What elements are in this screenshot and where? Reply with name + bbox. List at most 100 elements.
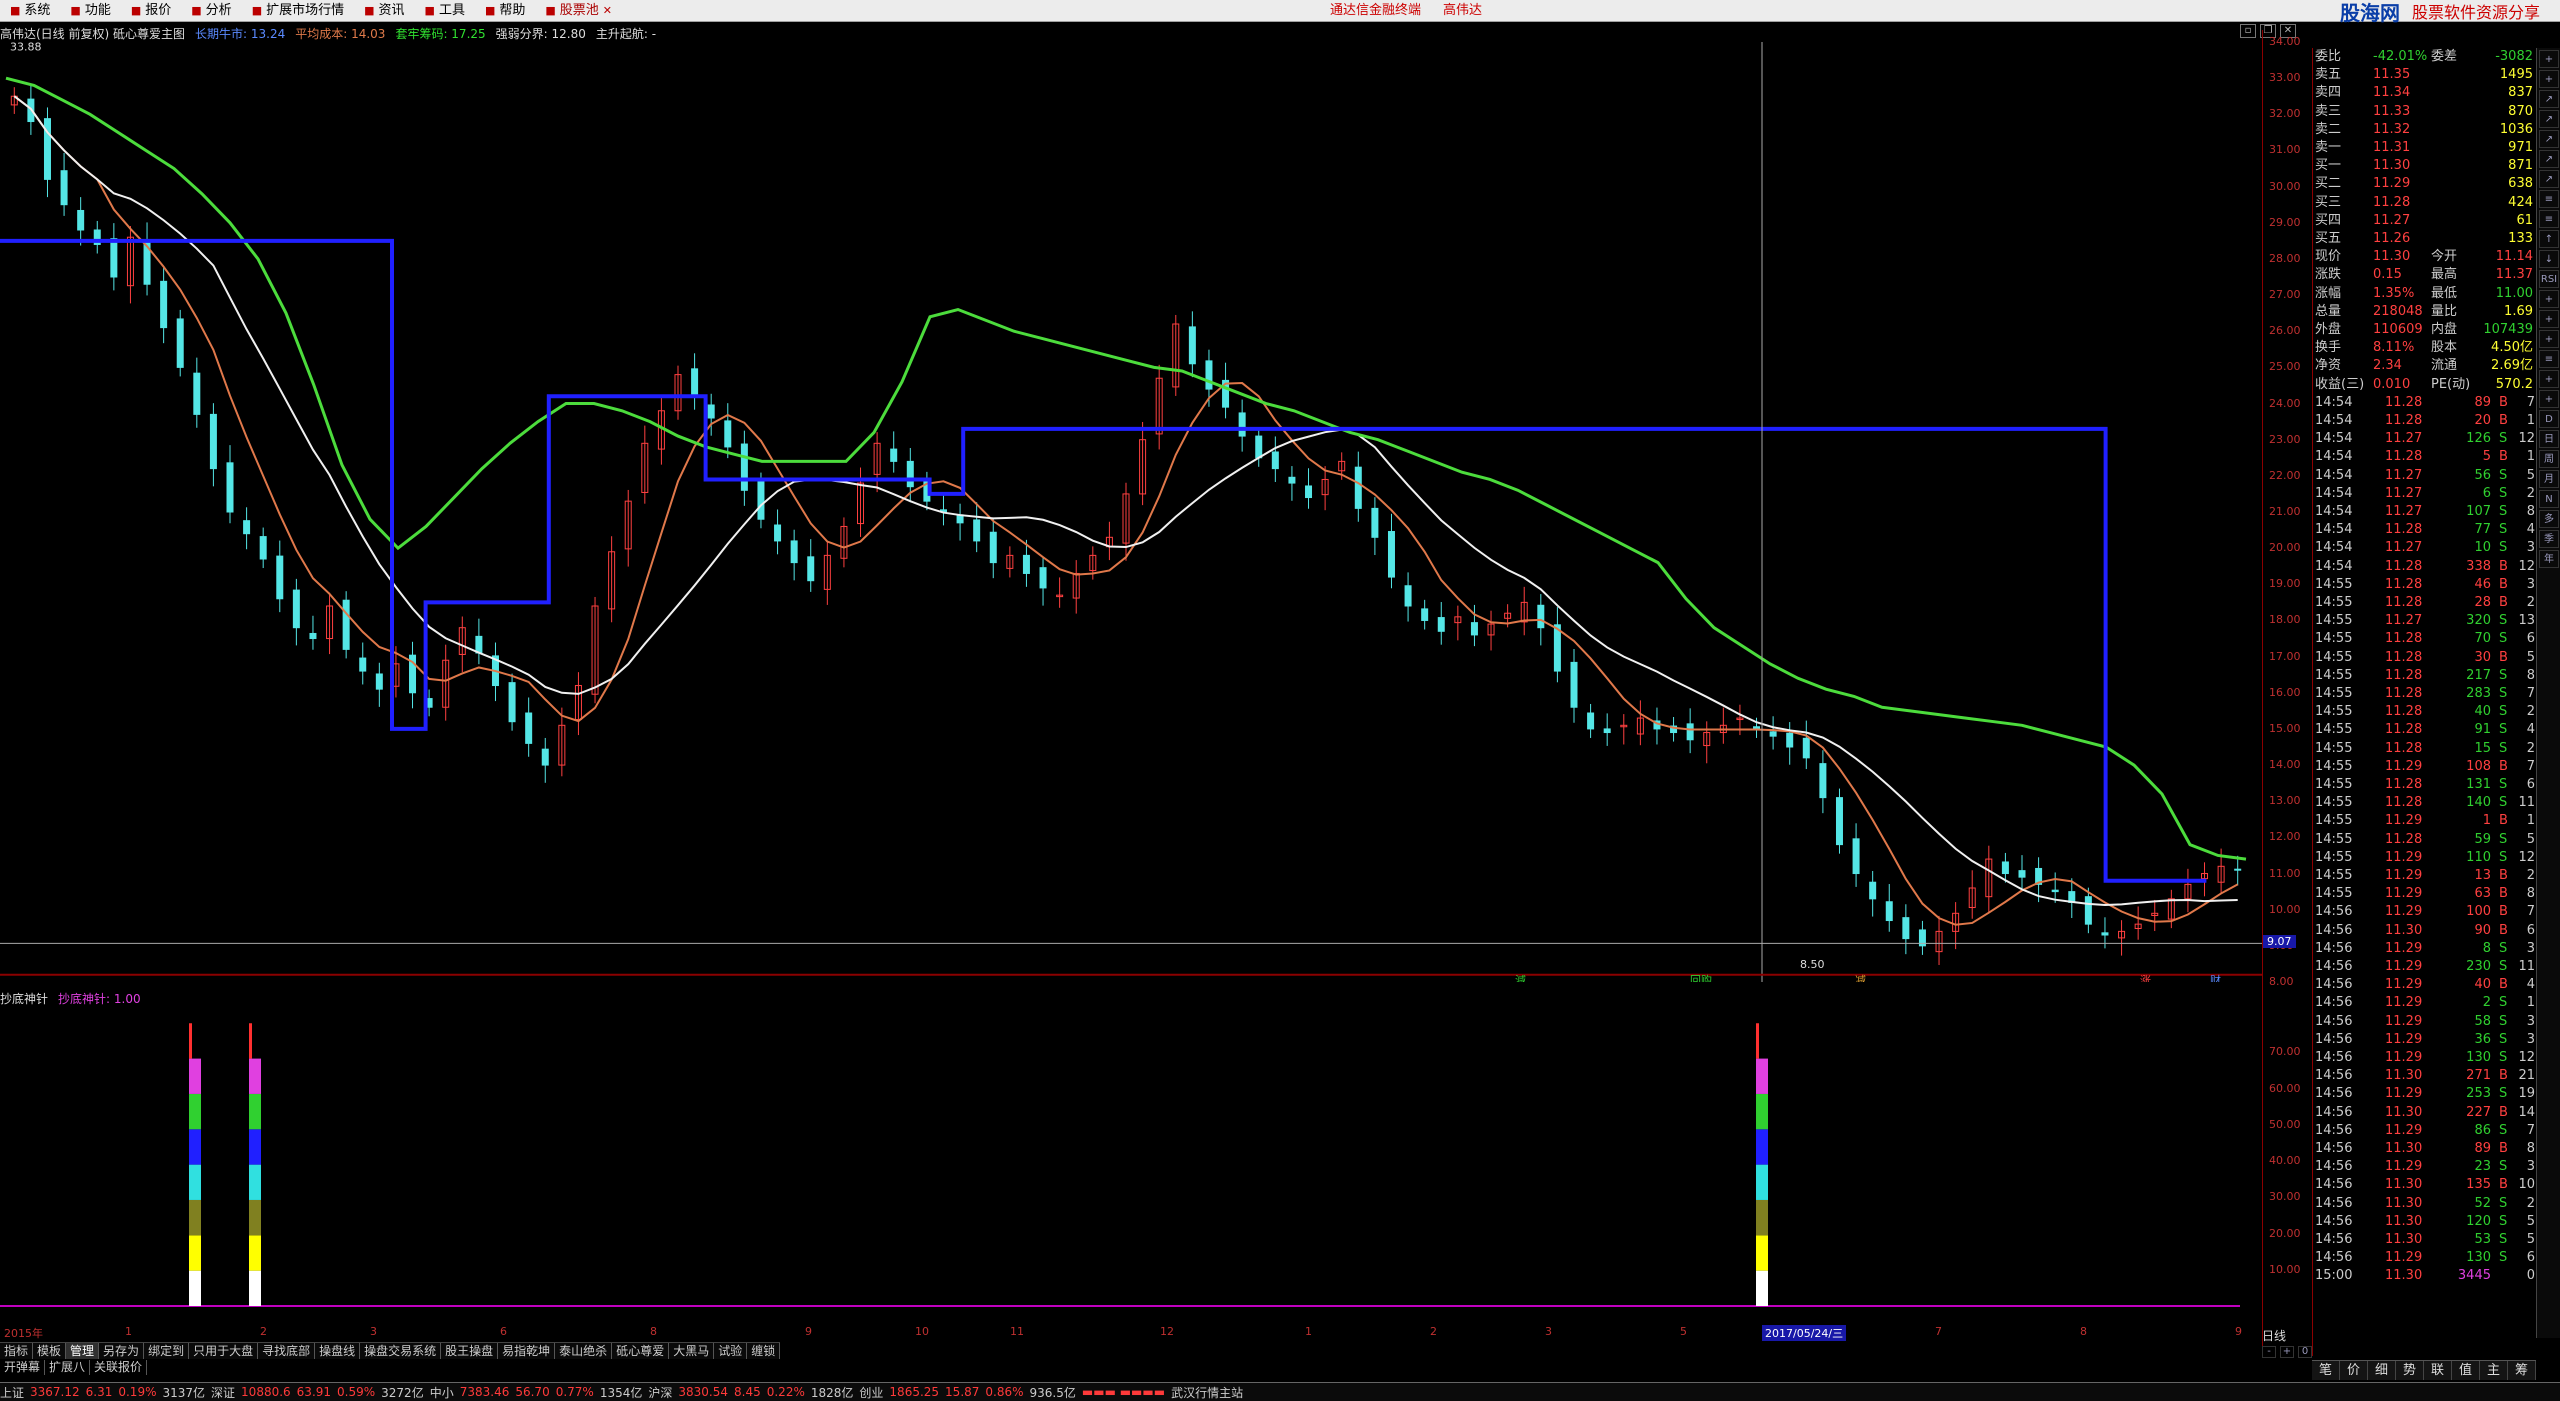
indicator-tab[interactable]: 操盘线 [315, 1343, 361, 1359]
toolbar-icon[interactable]: + [2539, 330, 2559, 348]
candle-body [1587, 712, 1595, 730]
quote-tab[interactable]: 势 [2396, 1361, 2424, 1380]
quote-tab[interactable]: 价 [2340, 1361, 2368, 1380]
indicator-tab[interactable]: 易指乾坤 [498, 1343, 556, 1359]
quote-tab[interactable]: 筹 [2508, 1361, 2536, 1380]
period-label[interactable]: 日线 [2262, 1327, 2312, 1344]
indicator-tab[interactable]: 绑定到 [144, 1343, 190, 1359]
toolbar-icon[interactable]: + [2539, 70, 2559, 88]
menu-help[interactable]: ■ 帮助 [475, 0, 535, 22]
indicator-tab[interactable]: 缠锁 [747, 1343, 781, 1359]
tick-side: S [2499, 849, 2508, 865]
price-tick-label: 23.00 [2269, 432, 2301, 446]
toolbar-icon[interactable]: 季 [2539, 530, 2559, 548]
toolbar-icon[interactable]: 日 [2539, 430, 2559, 448]
tick-row: 14:55 11.28 30 B 5 [2313, 649, 2537, 667]
toolbar-icon[interactable]: + [2539, 310, 2559, 328]
menu-news[interactable]: ■ 资讯 [354, 0, 414, 22]
toolbar-icon[interactable]: 周 [2539, 450, 2559, 468]
toolbar-icon[interactable]: ↗ [2539, 130, 2559, 148]
menu-tools[interactable]: ■ 工具 [415, 0, 475, 22]
menu-system[interactable]: ■ 系统 [0, 0, 60, 22]
toolbar-icon[interactable]: RSI [2539, 270, 2559, 288]
toolbar-icon[interactable]: + [2539, 50, 2559, 68]
indicator-tab[interactable]: 泰山绝杀 [555, 1343, 613, 1359]
indicator-tab[interactable]: 操盘交易系统 [360, 1343, 442, 1359]
chart-title[interactable]: 高伟达(日线 前复权) 砥心尊爱主图 [0, 25, 185, 42]
quote-tab[interactable]: 笔 [2312, 1361, 2340, 1380]
indicator-tab[interactable]: 管理 [66, 1343, 100, 1359]
tick-side: S [2499, 740, 2508, 756]
weibi-row: 委比 -42.01% 委差 -3082 [2313, 48, 2537, 66]
toolbar-icon[interactable]: ↑ [2539, 230, 2559, 248]
toolbar-icon[interactable]: N [2539, 490, 2559, 508]
secondary-tab[interactable]: 扩展八 [45, 1360, 91, 1375]
indicator-tab[interactable]: 寻找底部 [258, 1343, 316, 1359]
toolbar-icon[interactable]: ≡ [2539, 190, 2559, 208]
index-sh-name[interactable]: 上证 [0, 1384, 24, 1401]
indicator-tab[interactable]: 试验 [714, 1343, 748, 1359]
sub-indicator-name[interactable]: 抄底神针 [0, 990, 48, 1007]
minimize-icon[interactable]: ▫ [2240, 24, 2256, 38]
indicator-tab[interactable]: 砥心尊爱 [612, 1343, 670, 1359]
candle-body [1305, 485, 1313, 499]
toolbar-icon[interactable]: ≡ [2539, 350, 2559, 368]
index-zx-name[interactable]: 中小 [430, 1384, 454, 1401]
toolbar-icon[interactable]: + [2539, 290, 2559, 308]
function-icon: ■ [70, 3, 81, 17]
server-station[interactable]: 武汉行情主站 [1171, 1384, 1243, 1401]
ask-row: 卖一 11.31 971 [2313, 139, 2537, 157]
tick-price: 11.29 [2385, 1050, 2423, 1065]
quote-tab[interactable]: 主 [2480, 1361, 2508, 1380]
legend-main-rise: 主升起航: - [595, 26, 657, 41]
candle-body [1852, 838, 1860, 875]
toolbar-icon[interactable]: ≡ [2539, 210, 2559, 228]
indicator-tab[interactable]: 指标 [0, 1343, 34, 1359]
indicator-tab[interactable]: 模板 [33, 1343, 67, 1359]
date-tick-label: 1 [125, 1325, 132, 1338]
tick-price: 11.29 [2385, 1159, 2423, 1175]
toolbar-icon[interactable]: D [2539, 410, 2559, 428]
tick-row: 14:56 11.30 53 S 5 [2313, 1231, 2537, 1249]
toolbar-icon[interactable]: 年 [2539, 550, 2559, 568]
zoom-in-icon[interactable]: + [2280, 1346, 2294, 1358]
indicator-chart[interactable] [0, 1006, 2262, 1326]
quote-tab[interactable]: 联 [2424, 1361, 2452, 1380]
indicator-tab[interactable]: 股王操盘 [441, 1343, 499, 1359]
menu-function[interactable]: ■ 功能 [60, 0, 120, 22]
menu-quote[interactable]: ■ 报价 [121, 0, 181, 22]
label: 今开 [2431, 249, 2458, 265]
toolbar-icon[interactable]: 月 [2539, 470, 2559, 488]
tick-price: 11.28 [2385, 394, 2423, 410]
close-icon[interactable]: ✕ [603, 0, 612, 22]
toolbar-icon[interactable]: ↗ [2539, 170, 2559, 188]
toolbar-icon[interactable]: ↗ [2539, 110, 2559, 128]
tick-time: 14:55 [2315, 595, 2353, 610]
menu-stock-pool[interactable]: ■ 股票池 ✕ [535, 0, 626, 22]
price-chart[interactable]: 33.88 8.50 減 回购 减 涨 财 [0, 42, 2262, 982]
indicator-tab[interactable]: 另存为 [99, 1343, 145, 1359]
toolbar-icon[interactable]: ↓ [2539, 250, 2559, 268]
zoom-out-icon[interactable]: - [2262, 1346, 2276, 1358]
toolbar-icon[interactable]: + [2539, 370, 2559, 388]
indicator-tab[interactable]: 只用于大盘 [189, 1343, 259, 1359]
toolbar-icon[interactable]: ↗ [2539, 90, 2559, 108]
reset-icon[interactable]: 0 [2298, 1346, 2312, 1358]
secondary-tab[interactable]: 开弹幕 [0, 1360, 46, 1375]
toolbar-icon[interactable]: + [2539, 390, 2559, 408]
index-sz-name[interactable]: 深证 [211, 1384, 235, 1401]
toolbar-icon[interactable]: 多 [2539, 510, 2559, 528]
tick-time: 14:56 [2315, 1013, 2353, 1029]
indicator-tab[interactable]: 大黑马 [669, 1343, 715, 1359]
price: 11.28 [2373, 194, 2411, 210]
toolbar-icon[interactable]: ↗ [2539, 150, 2559, 168]
index-cy-name[interactable]: 创业 [859, 1384, 883, 1401]
menu-analysis[interactable]: ■ 分析 [181, 0, 241, 22]
secondary-tab[interactable]: 关联报价 [90, 1360, 148, 1375]
quote-tab[interactable]: 值 [2452, 1361, 2480, 1380]
tick-price: 11.28 [2385, 740, 2423, 756]
price-tick-label: 32.00 [2269, 107, 2301, 121]
index-hs-name[interactable]: 沪深 [648, 1384, 672, 1401]
menu-extended-market[interactable]: ■ 扩展市场行情 [242, 0, 354, 22]
quote-tab[interactable]: 细 [2368, 1361, 2396, 1380]
